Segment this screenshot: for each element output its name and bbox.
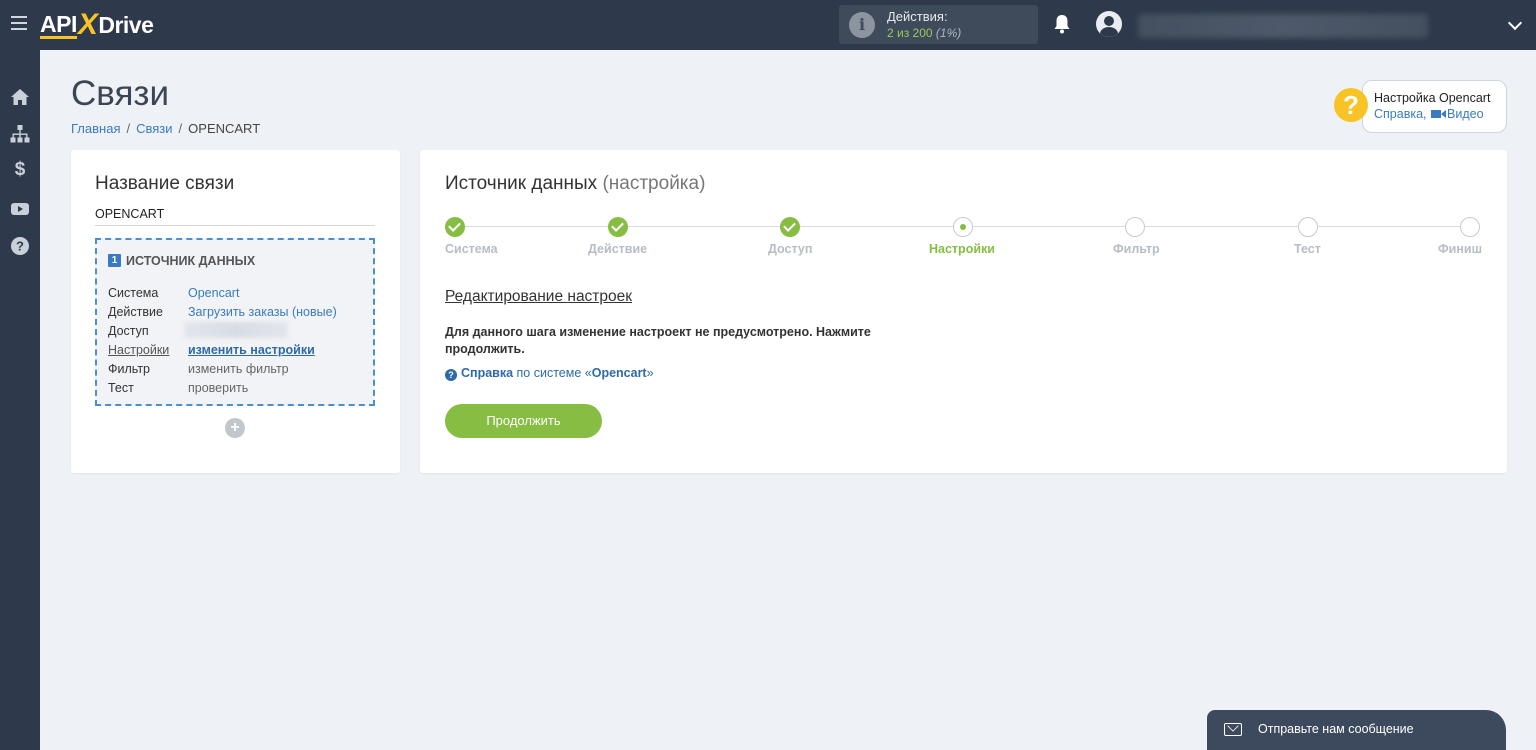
row-key: Тест [108, 381, 134, 395]
sidebar: $ ? [0, 50, 40, 750]
help-link-bold: Справка [461, 366, 514, 380]
chat-label: Отправьте нам сообщение [1258, 722, 1414, 736]
dollar-icon[interactable]: $ [10, 160, 30, 180]
connection-card: Название связи OPENCART 1 ИСТОЧНИК ДАННЫ… [71, 150, 400, 473]
step-test-icon [1298, 217, 1318, 237]
actions-counter[interactable]: i Действия: 2 из 200 (1%) [839, 5, 1038, 44]
info-icon: i [849, 12, 875, 38]
svg-text:?: ? [16, 239, 24, 254]
row-value-test[interactable]: проверить [188, 381, 248, 395]
help-link-end: » [646, 366, 654, 380]
logo-drive-text: Drive [98, 11, 154, 38]
row-value-system[interactable]: Opencart [188, 286, 239, 300]
breadcrumb-home[interactable]: Главная [71, 121, 120, 136]
system-help-link[interactable]: ? Справка по системе «Opencart» [445, 366, 654, 381]
continue-button[interactable]: Продолжить [445, 404, 602, 438]
step-access-done-icon[interactable] [780, 217, 800, 237]
help-title: Настройка Opencart [1374, 91, 1491, 105]
settings-title-sub: (настройка) [602, 173, 706, 194]
question-circle-icon: ? [445, 369, 457, 381]
question-circle-icon[interactable]: ? [10, 236, 30, 256]
row-key: Система [108, 286, 159, 300]
row-key: Настройки [108, 343, 170, 357]
logo[interactable]: API X Drive [40, 8, 154, 42]
edit-settings-title: Редактирование настроек [445, 288, 633, 305]
row-key: Доступ [108, 324, 149, 338]
step-label-finish: Финиш [1438, 242, 1483, 256]
row-key: Фильтр [108, 362, 150, 376]
row-value-action[interactable]: Загрузить заказы (новые) [188, 305, 337, 319]
video-camera-icon [1430, 110, 1446, 118]
step-label-test: Тест [1294, 242, 1321, 256]
step-filter-icon [1125, 217, 1145, 237]
help-links: Справка, Видео [1374, 107, 1484, 121]
help-box: Настройка Opencart Справка, Видео [1362, 80, 1507, 133]
envelope-icon [1224, 723, 1242, 736]
step-action-done-icon[interactable] [608, 217, 628, 237]
data-source-settings-card: Источник данных (настройка) Система Дейс… [420, 150, 1507, 473]
help-link-system: Opencart [591, 366, 647, 380]
row-value-filter[interactable]: изменить фильтр [188, 362, 289, 376]
help-link[interactable]: Справка, [1374, 107, 1427, 121]
chevron-down-icon[interactable] [1507, 15, 1523, 31]
video-link[interactable]: Видео [1447, 107, 1484, 121]
actions-label: Действия: [887, 9, 948, 24]
page-title: Связи [71, 74, 170, 113]
step-label-access[interactable]: Доступ [768, 242, 812, 256]
source-number-badge: 1 [108, 254, 121, 267]
user-account-blurred[interactable] [1138, 14, 1428, 38]
bell-icon[interactable] [1053, 14, 1071, 34]
data-source-block[interactable]: 1 ИСТОЧНИК ДАННЫХ Система Opencart Дейст… [95, 238, 375, 406]
user-avatar-icon[interactable] [1096, 11, 1122, 37]
settings-title: Источник данных (настройка) [445, 173, 705, 195]
home-icon[interactable] [10, 87, 30, 107]
access-value-blurred[interactable] [184, 322, 288, 338]
step-label-filter: Фильтр [1113, 242, 1160, 256]
help-link-text: по системе « [513, 366, 592, 380]
sitemap-icon[interactable] [10, 124, 30, 144]
breadcrumb-current: OPENCART [188, 121, 261, 136]
row-value-settings[interactable]: изменить настройки [188, 343, 315, 357]
menu-icon[interactable] [11, 16, 27, 30]
chat-widget[interactable]: Отправьте нам сообщение [1207, 710, 1506, 750]
breadcrumb-connections[interactable]: Связи [136, 121, 172, 136]
step-notice: Для данного шага изменение настроект не … [445, 325, 871, 356]
step-label-action[interactable]: Действие [588, 242, 647, 256]
logo-x-text: X [77, 8, 98, 41]
row-key: Действие [108, 305, 163, 319]
settings-title-main: Источник данных [445, 173, 598, 194]
actions-usage: 2 из 200 (1%) [887, 26, 961, 40]
topbar: API X Drive i Действия: 2 из 200 (1%) [0, 0, 1536, 50]
connection-name-field[interactable]: OPENCART [95, 207, 375, 226]
step-settings-current-icon[interactable] [953, 217, 973, 237]
step-finish-icon [1460, 217, 1480, 237]
step-label-settings[interactable]: Настройки [929, 242, 995, 256]
add-block-button[interactable]: + [225, 418, 245, 438]
step-label-system[interactable]: Система [445, 242, 498, 256]
actions-percent: (1%) [935, 26, 962, 40]
breadcrumb: Главная / Связи / OPENCART [71, 121, 261, 136]
actions-used: 2 из 200 [887, 26, 933, 40]
step-system-done-icon[interactable] [445, 217, 465, 237]
question-icon[interactable]: ? [1334, 88, 1368, 122]
source-title: ИСТОЧНИК ДАННЫХ [126, 254, 256, 268]
logo-api-text: API [40, 10, 77, 39]
connection-title: Название связи [95, 173, 235, 194]
youtube-icon[interactable] [10, 199, 30, 219]
